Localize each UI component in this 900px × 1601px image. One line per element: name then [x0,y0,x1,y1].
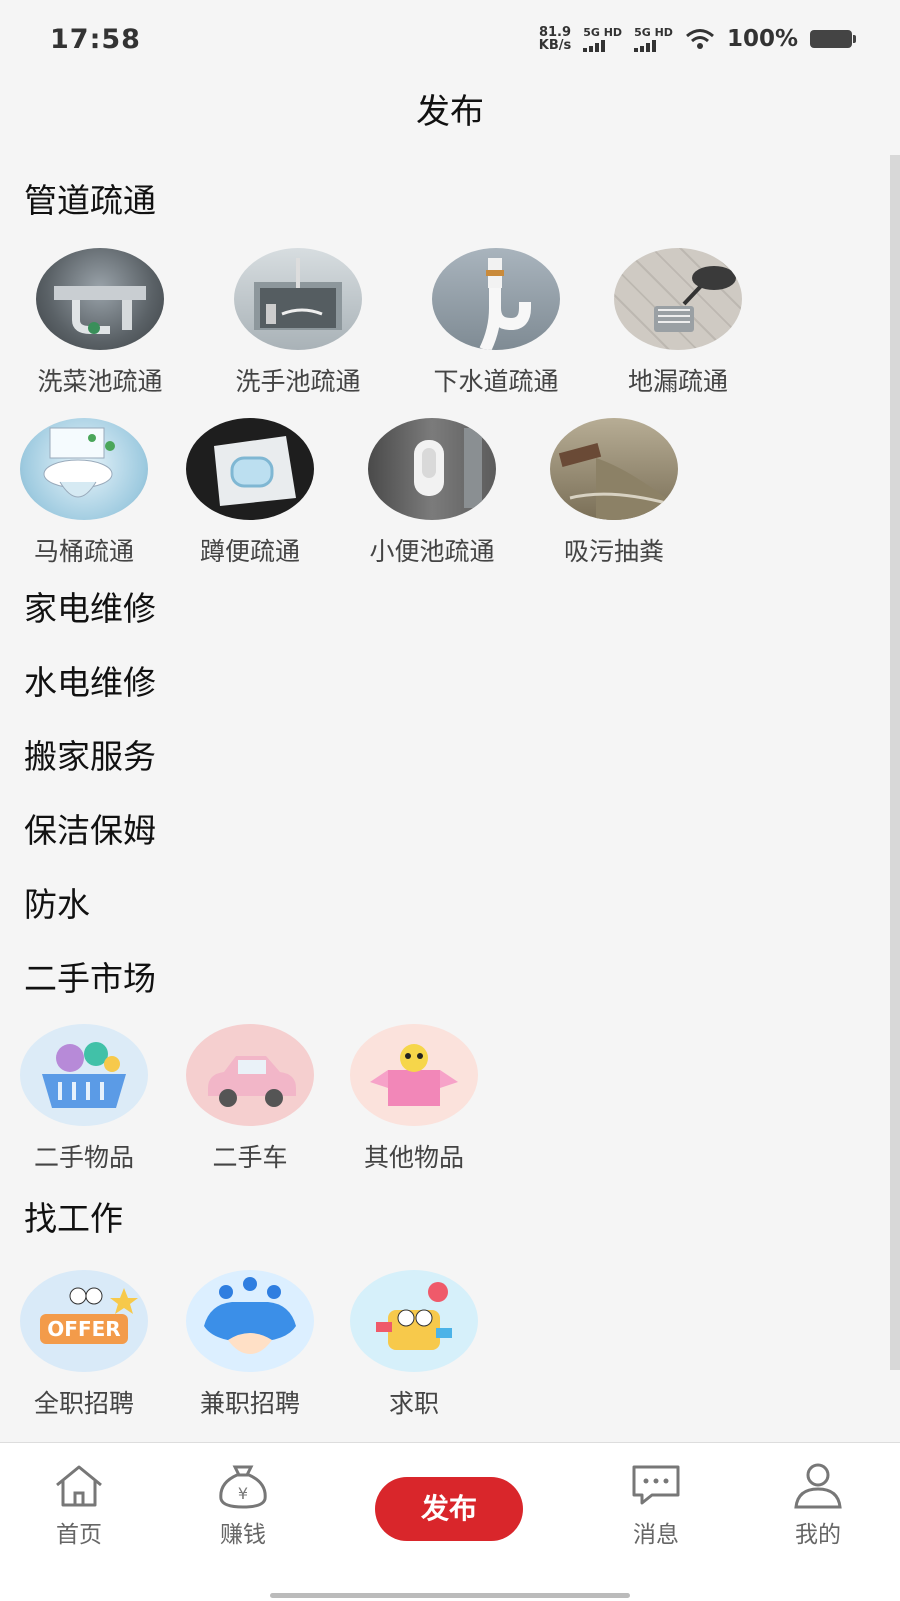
bottom-tab-bar: 首页 ¥ 赚钱 发布 消息 我的 [0,1442,900,1601]
item-secondhand-goods[interactable]: 二手物品 [2,1024,166,1174]
category-title-pipe[interactable]: 管道疏通 [24,174,156,222]
basin-pipe-image [234,248,362,350]
sink-pipe-image [36,248,164,350]
tab-earn-label: 赚钱 [220,1522,266,1548]
item-other-goods[interactable]: 其他物品 [332,1024,496,1174]
item-sink-unclog[interactable]: 洗菜池疏通 [18,248,182,398]
item-label: 二手物品 [33,1143,134,1172]
sewage-image [550,418,678,520]
item-label: 洗菜池疏通 [37,367,163,396]
signal-2-icon: 5G HD [634,27,673,52]
home-indicator[interactable] [270,1593,630,1598]
item-sewage-suction[interactable]: 吸污抽粪 [532,418,696,568]
urinal-image [368,418,496,520]
basket-image [20,1024,148,1126]
item-job-seeking[interactable]: 求职 [332,1270,496,1420]
item-sewer-unclog[interactable]: 下水道疏通 [414,248,578,398]
item-label: 二手车 [212,1143,288,1172]
item-label: 马桶疏通 [33,537,134,566]
battery-icon [810,30,856,48]
item-squat-toilet-unclog[interactable]: 蹲便疏通 [168,418,332,568]
tab-messages[interactable]: 消息 [596,1461,716,1549]
item-label: 兼职招聘 [199,1389,300,1418]
status-bar: 17:58 81.9 KB/s 5G HD 5G HD 100% [0,0,900,84]
item-used-car[interactable]: 二手车 [168,1024,332,1174]
item-part-time[interactable]: 兼职招聘 [168,1270,332,1420]
tab-home-label: 首页 [56,1522,102,1548]
item-label: 地漏疏通 [627,367,728,396]
network-speed: 81.9 KB/s [538,25,572,53]
category-title-plumbing[interactable]: 水电维修 [24,656,156,704]
user-icon [794,1463,842,1509]
category-list: 管道疏通 洗菜池疏通 洗手池疏通 下水道疏通 地漏疏通 马桶疏通 蹲便疏通 小便… [0,154,890,1442]
tab-mine-label: 我的 [795,1522,841,1548]
category-title-secondhand[interactable]: 二手市场 [24,952,156,1000]
publish-button[interactable]: 发布 [375,1477,523,1541]
wifi-icon [685,29,714,49]
tab-mine[interactable]: 我的 [758,1461,878,1549]
floor-drain-image [614,248,742,350]
handshake-image [186,1270,314,1372]
page-title: 发布 [416,92,484,132]
tab-home[interactable]: 首页 [19,1461,139,1549]
item-full-time[interactable]: OFFER 全职招聘 [2,1270,166,1420]
tab-messages-label: 消息 [633,1522,679,1548]
svg-text:¥: ¥ [238,1484,248,1503]
car-image [186,1024,314,1126]
status-icons: 81.9 KB/s 5G HD 5G HD 100% [538,25,856,53]
battery-percent: 100% [726,26,798,52]
page-header: 发布 [0,84,900,154]
item-label: 其他物品 [363,1143,464,1172]
item-label: 洗手池疏通 [235,367,361,396]
scrollbar[interactable] [890,155,900,1370]
category-title-appliance[interactable]: 家电维修 [24,582,156,630]
category-title-waterproof[interactable]: 防水 [24,878,90,926]
category-title-moving[interactable]: 搬家服务 [24,730,156,778]
job-seeking-image [350,1270,478,1372]
home-icon [56,1465,102,1507]
item-floor-drain-unclog[interactable]: 地漏疏通 [596,248,760,398]
box-image [350,1024,478,1126]
category-title-cleaning[interactable]: 保洁保姆 [24,804,156,852]
item-label: 下水道疏通 [433,367,559,396]
tab-earn[interactable]: ¥ 赚钱 [183,1461,303,1549]
svg-text:OFFER: OFFER [47,1317,120,1341]
sewer-pipe-image [432,248,560,350]
item-label: 蹲便疏通 [199,537,300,566]
item-urinal-unclog[interactable]: 小便池疏通 [350,418,514,568]
category-title-jobs[interactable]: 找工作 [24,1192,123,1240]
item-basin-unclog[interactable]: 洗手池疏通 [216,248,380,398]
toilet-image [20,418,148,520]
offer-image: OFFER [20,1270,148,1372]
status-time: 17:58 [50,24,141,55]
item-label: 求职 [388,1389,439,1418]
item-label: 小便池疏通 [369,537,495,566]
item-toilet-unclog[interactable]: 马桶疏通 [2,418,166,568]
item-label: 全职招聘 [33,1389,134,1418]
item-label: 吸污抽粪 [563,537,664,566]
message-icon [632,1465,680,1505]
money-bag-icon: ¥ [219,1465,267,1509]
signal-1-icon: 5G HD [583,27,622,52]
squat-toilet-image [186,418,314,520]
